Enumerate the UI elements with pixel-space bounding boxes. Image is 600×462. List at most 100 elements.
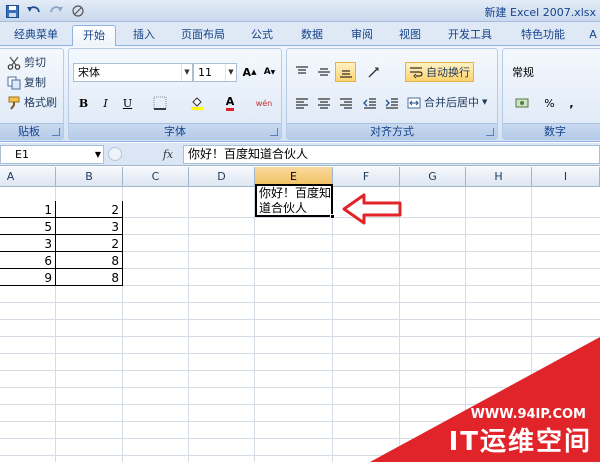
font-name-select[interactable]: 宋体 ▼: [73, 63, 193, 82]
scissors-icon: [7, 56, 21, 70]
tab-insert[interactable]: 插入: [122, 25, 166, 46]
column-header-i[interactable]: I: [532, 167, 600, 187]
tab-data[interactable]: 数据: [290, 25, 334, 46]
merge-center-button[interactable]: 合并后居中 ▼: [407, 93, 487, 112]
table-cell[interactable]: 2: [56, 236, 122, 252]
insert-function-button[interactable]: fx: [156, 146, 180, 163]
table-cell[interactable]: 8: [56, 270, 122, 286]
increase-indent-icon: [385, 96, 399, 110]
border-icon: [153, 96, 167, 110]
column-header-c[interactable]: C: [123, 167, 189, 187]
name-box[interactable]: E1 ▼: [0, 145, 104, 164]
tab-overflow[interactable]: A: [586, 25, 600, 46]
fill-handle[interactable]: [330, 214, 335, 219]
number-format-value: 常规: [512, 66, 534, 79]
wrap-text-label: 自动换行: [426, 65, 470, 79]
column-header-h[interactable]: H: [466, 167, 532, 187]
tab-developer[interactable]: 开发工具: [440, 25, 500, 46]
grow-font-button[interactable]: A ▲: [239, 62, 260, 82]
formula-input[interactable]: 你好！百度知道合伙人: [183, 145, 600, 164]
font-launcher-icon[interactable]: [270, 128, 278, 136]
align-bottom-icon: [339, 65, 353, 79]
table-cell[interactable]: 5: [0, 219, 55, 235]
watermark-url: WWW.94IP.COM: [470, 407, 586, 422]
align-center-icon: [317, 96, 331, 110]
cut-label: 剪切: [24, 56, 46, 69]
format-painter-button[interactable]: 格式刷: [7, 93, 57, 112]
tab-page-layout[interactable]: 页面布局: [170, 25, 236, 46]
table-cell[interactable]: 2: [56, 202, 122, 218]
fill-color-button[interactable]: [181, 93, 213, 113]
column-header-a[interactable]: A: [0, 167, 56, 187]
decrease-indent-icon: [362, 96, 377, 110]
gridline: [0, 319, 600, 320]
alignment-launcher-icon[interactable]: [486, 128, 494, 136]
table-cell[interactable]: 8: [56, 253, 122, 269]
wrap-text-button[interactable]: 自动换行: [405, 62, 474, 82]
table-border: [122, 201, 123, 285]
align-center-button[interactable]: [313, 93, 334, 113]
title-bar: 新建 Excel 2007.xlsx: [0, 0, 600, 22]
table-cell[interactable]: 6: [0, 253, 55, 269]
align-left-button[interactable]: [291, 93, 312, 113]
column-header-f[interactable]: F: [333, 167, 400, 187]
tab-review[interactable]: 审阅: [340, 25, 384, 46]
clipboard-launcher-icon[interactable]: [52, 128, 60, 136]
merge-center-label: 合并后居中: [424, 96, 479, 109]
undo-icon[interactable]: [26, 3, 42, 19]
tab-home[interactable]: 开始: [72, 25, 116, 46]
font-group-label: 字体: [69, 123, 281, 139]
accounting-format-button[interactable]: [507, 93, 537, 113]
cut-button[interactable]: 剪切: [7, 53, 46, 72]
table-cell[interactable]: 1: [0, 202, 55, 218]
font-size-select[interactable]: 11 ▼: [193, 63, 237, 82]
tab-special-features[interactable]: 特色功能: [512, 25, 574, 46]
tab-classic-menu[interactable]: 经典菜单: [4, 25, 68, 46]
ribbon-tabs: 经典菜单 开始 插入 页面布局 公式 数据 审阅 视图 开发工具 特色功能 A: [0, 22, 600, 46]
font-name-value: 宋体: [78, 66, 100, 79]
copy-button[interactable]: 复制: [7, 73, 46, 92]
bold-button[interactable]: B: [73, 93, 94, 113]
tab-formulas[interactable]: 公式: [240, 25, 284, 46]
orientation-button[interactable]: [359, 62, 389, 82]
align-right-button[interactable]: [335, 93, 356, 113]
tab-view[interactable]: 视图: [388, 25, 432, 46]
redo-icon[interactable]: [48, 3, 64, 19]
align-left-icon: [295, 96, 309, 110]
gridline: [0, 302, 600, 303]
align-bottom-button[interactable]: [335, 62, 356, 82]
underline-button[interactable]: U: [117, 93, 138, 113]
font-color-button[interactable]: A: [215, 93, 245, 113]
quick-access-toolbar: [4, 3, 86, 19]
percent-button[interactable]: %: [539, 93, 560, 113]
increase-indent-button[interactable]: [381, 93, 402, 113]
table-cell[interactable]: 3: [0, 236, 55, 252]
save-icon[interactable]: [4, 3, 20, 19]
number-group: 常规 % , 数字: [502, 48, 600, 140]
shrink-font-button[interactable]: A ▼: [259, 62, 280, 82]
shrink-font-glyph: A: [263, 67, 271, 77]
number-format-select[interactable]: 常规: [507, 63, 600, 82]
copy-label: 复制: [24, 76, 46, 89]
copy-icon: [7, 76, 21, 90]
phonetic-button[interactable]: wén: [249, 93, 279, 113]
border-button[interactable]: [145, 93, 175, 113]
phonetic-glyph: wén: [255, 98, 273, 108]
column-header-b[interactable]: B: [56, 167, 123, 187]
formula-bar-handle-icon[interactable]: [108, 147, 122, 161]
italic-button[interactable]: I: [95, 93, 116, 113]
decrease-indent-button[interactable]: [359, 93, 380, 113]
red-arrow-icon: [342, 193, 402, 225]
comma-button[interactable]: ,: [561, 93, 582, 113]
active-cell-e1[interactable]: 你好！百度知道合伙人: [255, 184, 333, 217]
table-cell[interactable]: 3: [56, 219, 122, 235]
align-middle-button[interactable]: [313, 62, 334, 82]
align-top-button[interactable]: [291, 62, 312, 82]
column-header-d[interactable]: D: [189, 167, 255, 187]
column-header-g[interactable]: G: [400, 167, 466, 187]
alignment-group-label: 对齐方式: [287, 123, 497, 139]
table-cell[interactable]: 9: [0, 270, 55, 286]
clipboard-group: 剪切 复制 格式刷 贴板: [0, 48, 64, 140]
chevron-down-icon: ▼: [482, 98, 488, 106]
paste-special-icon[interactable]: [70, 3, 86, 19]
